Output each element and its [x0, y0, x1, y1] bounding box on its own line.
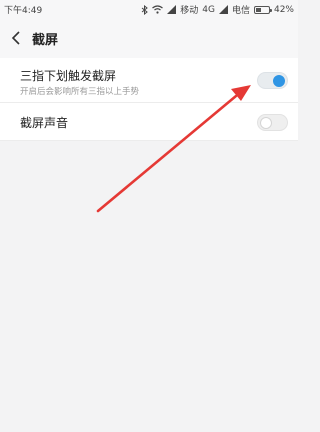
signal-icon-1	[167, 5, 177, 14]
wifi-icon	[152, 5, 164, 14]
network-type-label: 4G	[202, 4, 215, 15]
carrier-1-label: 移动	[180, 6, 199, 16]
battery-icon	[253, 5, 272, 14]
toggle-knob	[260, 117, 272, 129]
back-button[interactable]	[4, 26, 28, 50]
setting-row-screenshot-sound[interactable]: 截屏声音	[0, 103, 298, 141]
settings-list: 三指下划触发截屏 开启后会影响所有三指以上手势 截屏声音	[0, 58, 298, 141]
screenshot-sound-toggle[interactable]	[257, 114, 288, 131]
setting-subtitle: 开启后会影响所有三指以上手势	[20, 87, 140, 97]
carrier-2-label: 电信	[231, 6, 250, 16]
battery-percent: 42%	[273, 4, 294, 15]
status-time: 下午4:49	[4, 6, 43, 16]
three-finger-screenshot-toggle[interactable]	[257, 72, 288, 89]
setting-title: 三指下划触发截屏	[20, 69, 117, 83]
signal-icon-2	[218, 5, 228, 14]
toggle-knob	[273, 75, 285, 87]
setting-row-three-finger-screenshot[interactable]: 三指下划触发截屏 开启后会影响所有三指以上手势	[0, 58, 298, 103]
title-bar: 截屏	[0, 18, 298, 58]
battery-fill	[255, 7, 261, 12]
status-bar: 下午4:49 移动 4G 电信 42%	[0, 0, 298, 18]
chevron-left-icon	[11, 31, 20, 45]
status-icons: 移动 4G 电信 42%	[137, 3, 294, 16]
setting-title: 截屏声音	[20, 116, 69, 130]
page-title: 截屏	[32, 33, 59, 48]
bluetooth-icon	[141, 4, 149, 15]
